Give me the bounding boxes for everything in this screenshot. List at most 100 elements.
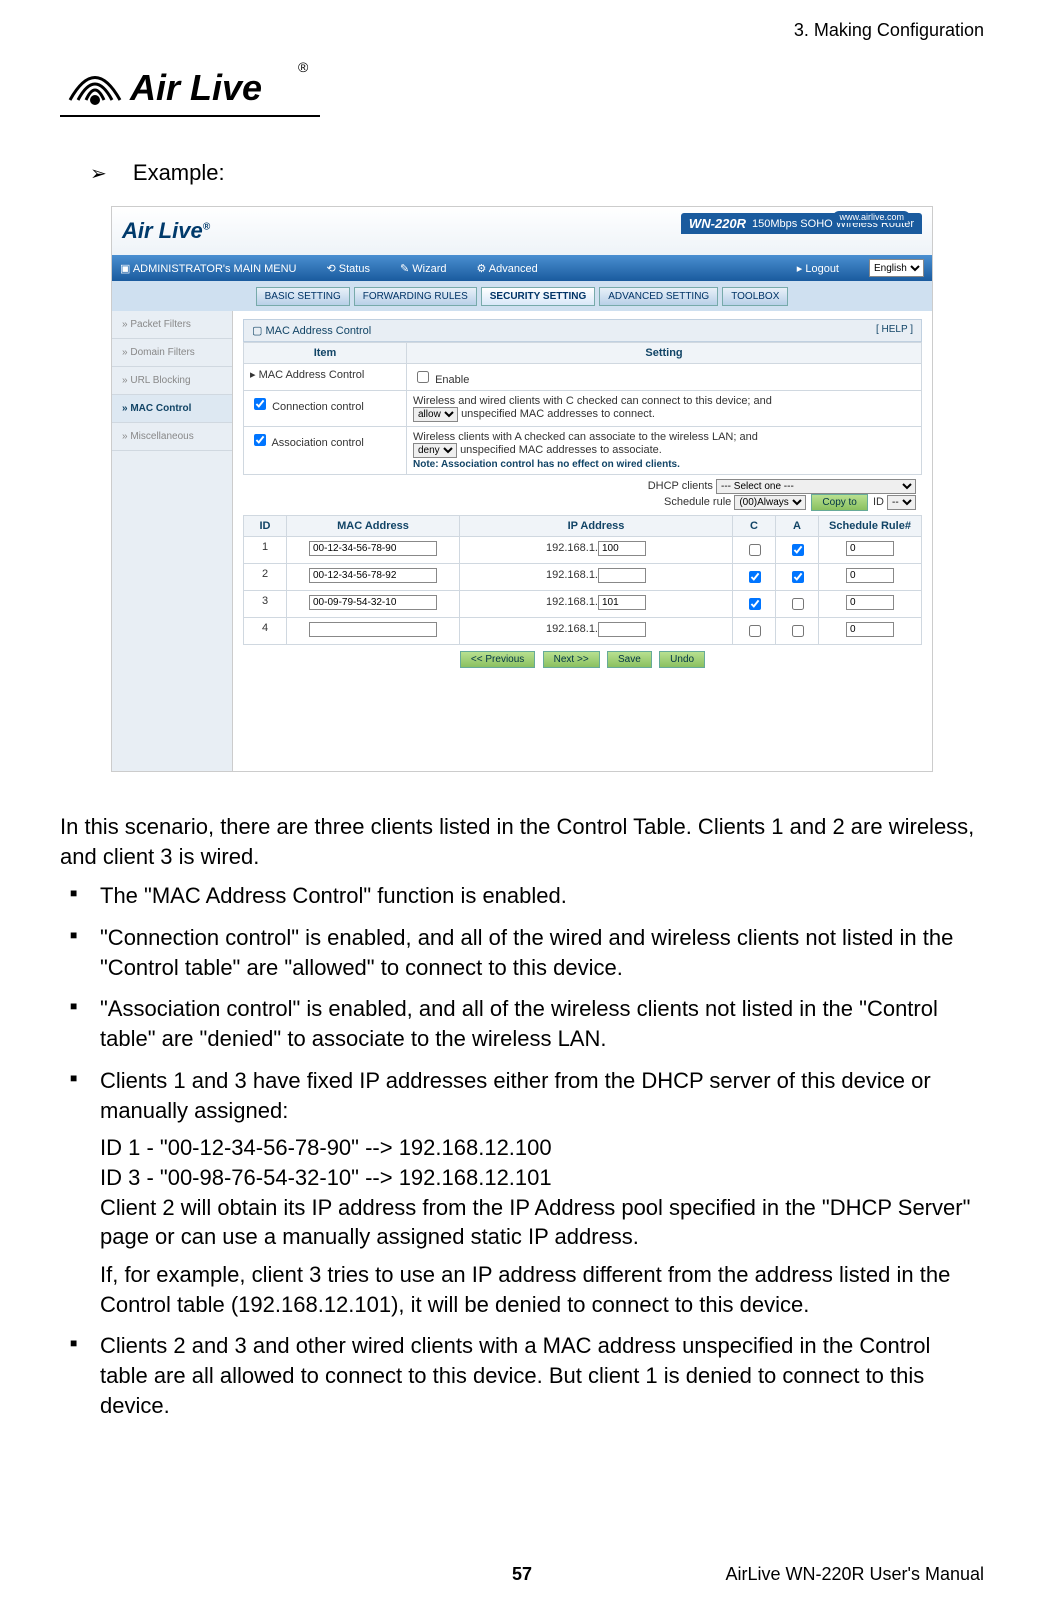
menu-logout[interactable]: ▸ Logout [797, 262, 839, 275]
tab-forwarding[interactable]: FORWARDING RULES [354, 287, 477, 306]
assoc-select[interactable]: deny [413, 443, 457, 458]
help-link[interactable]: [ HELP ] [876, 324, 913, 337]
c-checkbox[interactable] [749, 544, 761, 556]
mac-input[interactable] [309, 568, 437, 583]
bullet-2: "Connection control" is enabled, and all… [70, 923, 984, 982]
assoc-text1: Wireless clients with A checked can asso… [413, 431, 758, 443]
menu-advanced[interactable]: ⚙ Advanced [476, 262, 537, 275]
table-row: 3192.168.1. [244, 591, 922, 618]
ip-input[interactable] [598, 541, 646, 556]
page-number: 57 [512, 1564, 532, 1585]
lang-select[interactable]: English [869, 259, 924, 277]
tab-advanced[interactable]: ADVANCED SETTING [599, 287, 718, 306]
sr-input[interactable] [846, 622, 894, 637]
a-checkbox[interactable] [792, 544, 804, 556]
manual-name: AirLive WN-220R User's Manual [725, 1564, 984, 1585]
ss-tabbar: BASIC SETTING FORWARDING RULES SECURITY … [112, 281, 932, 311]
mac-enable-checkbox[interactable] [417, 371, 429, 383]
prev-button[interactable]: << Previous [460, 651, 535, 668]
c-checkbox[interactable] [749, 598, 761, 610]
th-id: ID [244, 516, 287, 537]
copy-to-button[interactable]: Copy to [811, 494, 867, 511]
mac-input[interactable] [309, 541, 437, 556]
example-label: Example: [133, 160, 225, 185]
assoc-control-checkbox[interactable] [254, 434, 266, 446]
example-heading: ➢ Example: [90, 160, 984, 186]
tab-toolbox[interactable]: TOOLBOX [722, 287, 788, 306]
th-c: C [733, 516, 776, 537]
svg-text:®: ® [298, 59, 309, 75]
ip-input[interactable] [598, 622, 646, 637]
col-item: Item [244, 343, 407, 364]
side-miscellaneous[interactable]: » Miscellaneous [112, 423, 232, 451]
conn-text1: Wireless and wired clients with C checke… [413, 395, 772, 407]
router-ui-screenshot: Air Live® www.airlive.com WN-220R 150Mbp… [111, 206, 933, 772]
assoc-note: Note: Association control has no effect … [413, 459, 680, 470]
side-domain-filters[interactable]: » Domain Filters [112, 339, 232, 367]
ss-sidebar: » Packet Filters » Domain Filters » URL … [112, 311, 233, 771]
a-checkbox[interactable] [792, 571, 804, 583]
conn-text2: unspecified MAC addresses to connect. [461, 408, 655, 420]
side-mac-control[interactable]: » MAC Control [112, 395, 232, 423]
triangle-bullet-icon: ➢ [90, 163, 107, 185]
b4-sub2: ID 3 - "00-98-76-54-32-10" --> 192.168.1… [100, 1163, 984, 1193]
ip-input[interactable] [598, 568, 646, 583]
mac-input[interactable] [309, 595, 437, 610]
side-url-blocking[interactable]: » URL Blocking [112, 367, 232, 395]
tab-security[interactable]: SECURITY SETTING [481, 287, 596, 306]
bullet-4: Clients 1 and 3 have fixed IP addresses … [70, 1066, 984, 1320]
table-row: 4192.168.1. [244, 618, 922, 645]
th-mac: MAC Address [287, 516, 460, 537]
col-setting: Setting [407, 343, 922, 364]
menu-main[interactable]: ▣ ADMINISTRATOR's MAIN MENU [120, 262, 297, 275]
th-a: A [776, 516, 819, 537]
tab-basic[interactable]: BASIC SETTING [256, 287, 350, 306]
table-row: 2192.168.1. [244, 564, 922, 591]
id-label: ID [873, 496, 884, 508]
undo-button[interactable]: Undo [659, 651, 705, 668]
b4-sub4: If, for example, client 3 tries to use a… [100, 1260, 984, 1319]
sched-label: Schedule rule [664, 496, 731, 508]
c-checkbox[interactable] [749, 571, 761, 583]
sr-input[interactable] [846, 568, 894, 583]
side-packet-filters[interactable]: » Packet Filters [112, 311, 232, 339]
a-checkbox[interactable] [792, 625, 804, 637]
th-sr: Schedule Rule# [819, 516, 922, 537]
a-checkbox[interactable] [792, 598, 804, 610]
ss-menubar: ▣ ADMINISTRATOR's MAIN MENU ⟲ Status ✎ W… [112, 255, 932, 281]
row-assoc-label: Association control [271, 437, 363, 449]
bullet-3: "Association control" is enabled, and al… [70, 994, 984, 1053]
th-ip: IP Address [460, 516, 733, 537]
bullet-5: Clients 2 and 3 and other wired clients … [70, 1331, 984, 1420]
next-button[interactable]: Next >> [543, 651, 600, 668]
c-checkbox[interactable] [749, 625, 761, 637]
enable-label: Enable [435, 374, 469, 386]
b4-sub1: ID 1 - "00-12-34-56-78-90" --> 192.168.1… [100, 1133, 984, 1163]
bullet-1: The "MAC Address Control" function is en… [70, 881, 984, 911]
svg-text:Air Live: Air Live [129, 67, 262, 108]
chapter-header: 3. Making Configuration [794, 20, 984, 41]
sr-input[interactable] [846, 541, 894, 556]
ip-input[interactable] [598, 595, 646, 610]
mac-input[interactable] [309, 622, 437, 637]
airlive-logo: Air Live ® [60, 50, 984, 120]
ss-url-pill: www.airlive.com [833, 211, 910, 223]
menu-status[interactable]: ⟲ Status [327, 262, 370, 275]
row-mac-label: ▸ MAC Address Control [244, 364, 407, 391]
sched-select[interactable]: (00)Always [734, 495, 806, 510]
save-button[interactable]: Save [607, 651, 652, 668]
ss-model-banner: www.airlive.com WN-220R 150Mbps SOHO Wir… [681, 213, 922, 234]
b4-sub3: Client 2 will obtain its IP address from… [100, 1193, 984, 1252]
conn-control-checkbox[interactable] [254, 398, 266, 410]
ss-model: WN-220R [689, 216, 746, 231]
dhcp-label: DHCP clients [648, 480, 713, 492]
assoc-text2: unspecified MAC addresses to associate. [460, 444, 662, 456]
conn-select[interactable]: allow [413, 407, 458, 422]
intro-paragraph: In this scenario, there are three client… [60, 812, 984, 871]
table-row: 1192.168.1. [244, 537, 922, 564]
menu-wizard[interactable]: ✎ Wizard [400, 262, 447, 275]
dhcp-select[interactable]: --- Select one --- [716, 479, 916, 494]
id-select[interactable]: -- [887, 495, 916, 510]
ss-logo: Air Live® [122, 218, 210, 244]
sr-input[interactable] [846, 595, 894, 610]
